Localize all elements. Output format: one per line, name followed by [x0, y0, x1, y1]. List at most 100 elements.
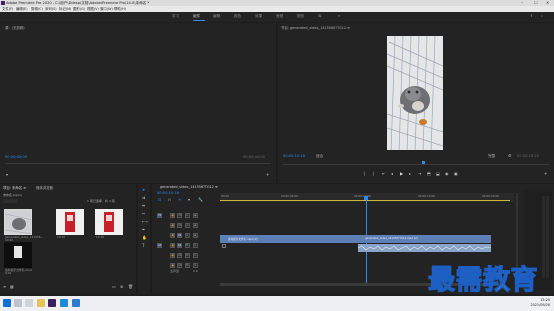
program-fit-select[interactable]: 适合	[316, 154, 323, 159]
source-panel-title[interactable]: 源：(无剪辑)	[5, 25, 25, 30]
track-a2-label[interactable]: A2	[177, 253, 182, 258]
solo-a2-button[interactable]: S	[193, 253, 198, 258]
premiere-taskbar-icon[interactable]	[48, 299, 56, 307]
mark-in-icon[interactable]: |	[364, 172, 365, 176]
timeline-timecode[interactable]: 00:00:10:18	[157, 191, 179, 195]
workspace-tab-effects[interactable]: 效果	[255, 14, 262, 19]
ripple-edit-tool-icon[interactable]: ⇹	[142, 204, 145, 208]
solo-a3-button[interactable]: S	[193, 263, 198, 268]
taskbar-clock[interactable]: 15:20 2021/09/26	[530, 298, 550, 307]
track-lock-v3-icon[interactable]: 🔒	[170, 213, 175, 218]
step-forward-icon[interactable]: ▸	[409, 172, 411, 176]
word-icon[interactable]	[72, 299, 80, 307]
program-scrubber[interactable]	[283, 164, 549, 165]
pen-tool-icon[interactable]: ✒	[142, 228, 145, 232]
work-area-bar[interactable]	[220, 200, 510, 201]
source-add-button-icon[interactable]: +	[266, 173, 269, 177]
type-tool-icon[interactable]: T	[142, 244, 144, 248]
selection-tool-icon[interactable]: ➤	[142, 188, 145, 192]
workspace-tab-color[interactable]: 颜色	[234, 14, 241, 19]
track-v3-label[interactable]: V3	[177, 213, 182, 218]
mute-a1-button[interactable]: M	[185, 243, 190, 248]
new-item-icon[interactable]: ⊕	[120, 285, 123, 289]
solo-a1-button[interactable]: S	[193, 243, 198, 248]
slip-tool-icon[interactable]: ⟷	[142, 220, 148, 224]
sync-lock-v2-icon[interactable]: ⇄	[185, 223, 190, 228]
workspace-tab-learn[interactable]: 学习	[172, 14, 179, 19]
project-item-1-thumbnail[interactable]	[4, 209, 32, 235]
nest-icon[interactable]: ⊡	[158, 198, 161, 202]
sync-lock-v3-icon[interactable]: ⇄	[185, 213, 190, 218]
snap-icon[interactable]: ∩	[168, 198, 171, 202]
toggle-output-v1-icon[interactable]: ◉	[193, 233, 198, 238]
hand-tool-icon[interactable]: ✋	[142, 236, 147, 240]
workspace-tab-libraries[interactable]: 库	[318, 14, 322, 19]
clip-v1-left[interactable]: 素材提示文件名.mp4 [V]	[220, 235, 358, 243]
new-bin-icon[interactable]: ▭	[112, 285, 116, 289]
track-v2-label[interactable]: V2	[177, 223, 182, 228]
extract-icon[interactable]: ⬓	[436, 172, 440, 176]
program-playhead-icon[interactable]	[422, 161, 425, 164]
project-item-2-thumbnail[interactable]	[56, 209, 84, 235]
track-lock-a2-icon[interactable]: 🔒	[170, 253, 175, 258]
source-timecode-current[interactable]: 00;00;00;00	[5, 155, 27, 159]
program-add-button-icon[interactable]: +	[544, 172, 547, 176]
linked-selection-icon[interactable]: ⚭	[178, 198, 181, 202]
program-panel-title[interactable]: 节目: generated_video_1415560?TG12 ≡	[281, 25, 350, 30]
source-patch-v1[interactable]: V1	[157, 213, 162, 218]
track-v1-label[interactable]: V1	[177, 233, 182, 238]
comparison-view-icon[interactable]: ▣	[454, 172, 458, 176]
search-taskbar-icon[interactable]	[14, 299, 22, 307]
play-button-icon[interactable]: ▶	[400, 172, 403, 176]
workspace-tab-editing[interactable]: 编辑	[213, 14, 220, 19]
track-lock-a1-icon[interactable]: 🔒	[170, 243, 175, 248]
export-frame-icon[interactable]: ◉	[445, 172, 449, 176]
go-to-out-icon[interactable]: ⇥	[418, 172, 421, 176]
source-patch-a1[interactable]: A1	[157, 243, 162, 248]
file-explorer-icon[interactable]	[37, 299, 45, 307]
master-volume-value[interactable]: 0.0	[193, 269, 198, 273]
clear-icon[interactable]: 🗑	[128, 285, 133, 289]
program-quality-select[interactable]: 完整	[488, 154, 495, 159]
track-select-tool-icon[interactable]: ⇉	[142, 196, 145, 200]
more-workspaces-icon[interactable]: »	[338, 14, 340, 18]
workspace-tab-audio[interactable]: 音频	[276, 14, 283, 19]
track-a1-label[interactable]: A1	[177, 243, 182, 248]
media-browser-tab[interactable]: 媒体浏览器	[36, 185, 53, 190]
go-to-in-icon[interactable]: ⇤	[382, 172, 385, 176]
list-view-icon[interactable]: ≡	[3, 285, 6, 289]
project-item-4-thumbnail[interactable]	[4, 242, 32, 268]
share-icon[interactable]: ⇪	[530, 14, 533, 18]
lift-icon[interactable]: ⬒	[427, 172, 431, 176]
toggle-output-v2-icon[interactable]: ◉	[193, 223, 198, 228]
mute-a2-button[interactable]: M	[185, 253, 190, 258]
program-settings-icon[interactable]: ⚙	[508, 154, 512, 158]
mute-a3-button[interactable]: M	[185, 263, 190, 268]
track-lock-v2-icon[interactable]: 🔒	[170, 223, 175, 228]
source-marker-icon[interactable]: ▾	[6, 173, 8, 177]
workspace-tab-graphics[interactable]: 图形	[297, 14, 304, 19]
timeline-sequence-tab[interactable]: generated_video_141556?TG12 ≡	[160, 185, 218, 189]
timeline-settings-icon[interactable]: 🔧	[198, 198, 203, 202]
program-timecode-current[interactable]: 00:00:10:18	[283, 154, 305, 158]
browser-icon[interactable]	[60, 299, 68, 307]
start-menu-icon[interactable]	[3, 299, 11, 307]
track-a3-label[interactable]: A3	[177, 263, 182, 268]
source-scrubber[interactable]	[5, 163, 271, 164]
mark-out-icon[interactable]: |	[373, 172, 374, 176]
project-item-3-thumbnail[interactable]	[95, 209, 123, 235]
project-search-input[interactable]	[3, 199, 17, 203]
sync-lock-v1-icon[interactable]: ⇄	[185, 233, 190, 238]
track-lock-a3-icon[interactable]: 🔒	[170, 263, 175, 268]
step-back-icon[interactable]: ◂	[391, 172, 393, 176]
razor-tool-icon[interactable]: ✂	[142, 212, 145, 216]
clip-v1-right[interactable]: generated_video_141556?TG12.mp4 [V]	[358, 235, 491, 243]
search-icon[interactable]: ⌕	[541, 14, 543, 18]
track-lock-v1-icon[interactable]: 🔒	[170, 233, 175, 238]
clip-a1-right[interactable]	[357, 244, 492, 252]
task-view-icon[interactable]	[25, 299, 33, 307]
add-marker-icon[interactable]: ▾	[188, 198, 190, 202]
workspace-tab-assembly[interactable]: 组件	[193, 14, 200, 19]
icon-view-icon[interactable]: ▦	[10, 285, 14, 289]
toggle-output-v3-icon[interactable]: ◉	[193, 213, 198, 218]
